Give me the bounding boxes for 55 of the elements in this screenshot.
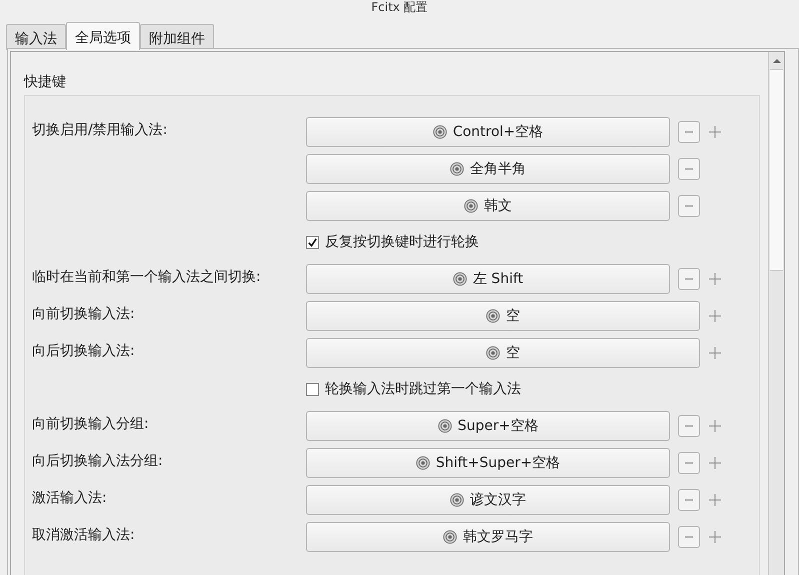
- hotkey-button[interactable]: 韩文: [306, 190, 670, 220]
- add-icon[interactable]: [709, 346, 721, 358]
- target-icon: [464, 198, 478, 212]
- target-icon: [486, 308, 500, 322]
- hotkey-button[interactable]: 空: [306, 300, 700, 330]
- shortcut-label: 向后切换输入法:: [32, 343, 135, 359]
- add-icon[interactable]: [709, 126, 721, 138]
- shortcut-label: 激活输入法:: [32, 490, 107, 506]
- shortcut-label: 向前切换输入法:: [32, 306, 135, 322]
- remove-button[interactable]: [678, 120, 700, 142]
- shortcut-label: 取消激活输入法:: [32, 527, 135, 543]
- shortcut-label: 临时在当前和第一个输入法之间切换:: [32, 269, 261, 285]
- hotkey-button[interactable]: Super+空格: [306, 410, 670, 440]
- remove-button[interactable]: [678, 414, 700, 436]
- remove-button[interactable]: [678, 488, 700, 510]
- tab[interactable]: 输入法: [6, 24, 66, 50]
- target-icon: [450, 162, 464, 176]
- target-icon: [438, 418, 452, 432]
- remove-button[interactable]: [678, 526, 700, 548]
- hotkey-button[interactable]: 谚文汉字: [306, 484, 670, 514]
- target-icon: [452, 272, 467, 286]
- add-icon[interactable]: [709, 420, 721, 432]
- hotkey-button[interactable]: Control+空格: [306, 116, 670, 146]
- hotkey-button[interactable]: 空: [306, 338, 700, 368]
- hotkey-button[interactable]: 左 Shift: [306, 264, 670, 294]
- add-icon[interactable]: [709, 530, 721, 542]
- shortcut-label: 向后切换输入法分组:: [32, 453, 163, 469]
- hotkey-button[interactable]: 韩文罗马字: [306, 522, 670, 552]
- target-icon: [450, 492, 464, 506]
- add-icon[interactable]: [709, 310, 721, 322]
- checkbox[interactable]: [306, 382, 319, 396]
- remove-button[interactable]: [678, 158, 700, 180]
- target-icon: [443, 530, 457, 544]
- add-icon[interactable]: [709, 456, 721, 468]
- shortcut-label: 向前切换输入分组:: [32, 416, 149, 432]
- remove-button[interactable]: [678, 268, 700, 290]
- remove-button[interactable]: [678, 452, 700, 474]
- hotkey-button[interactable]: 全角半角: [306, 154, 670, 184]
- target-icon: [416, 456, 430, 470]
- remove-button[interactable]: [678, 194, 700, 216]
- section-title: 快捷键: [24, 73, 67, 91]
- tab[interactable]: 全局选项: [66, 22, 140, 50]
- checkbox-label: 轮换输入法时跳过第一个输入法: [325, 380, 521, 398]
- scroll-up-icon[interactable]: [772, 58, 782, 64]
- tab[interactable]: 附加组件: [140, 24, 214, 50]
- add-icon[interactable]: [709, 494, 721, 506]
- hotkey-button[interactable]: Shift+Super+空格: [306, 448, 670, 478]
- window-title: Fcitx 配置: [371, 0, 428, 14]
- checkbox-label: 反复按切换键时进行轮换: [325, 233, 479, 251]
- scrollbar[interactable]: [768, 52, 784, 575]
- target-icon: [432, 124, 447, 138]
- checkbox[interactable]: [306, 236, 319, 248]
- add-icon[interactable]: [709, 272, 721, 284]
- shortcut-label: 切换启用/禁用输入法:: [32, 122, 168, 138]
- target-icon: [486, 346, 500, 360]
